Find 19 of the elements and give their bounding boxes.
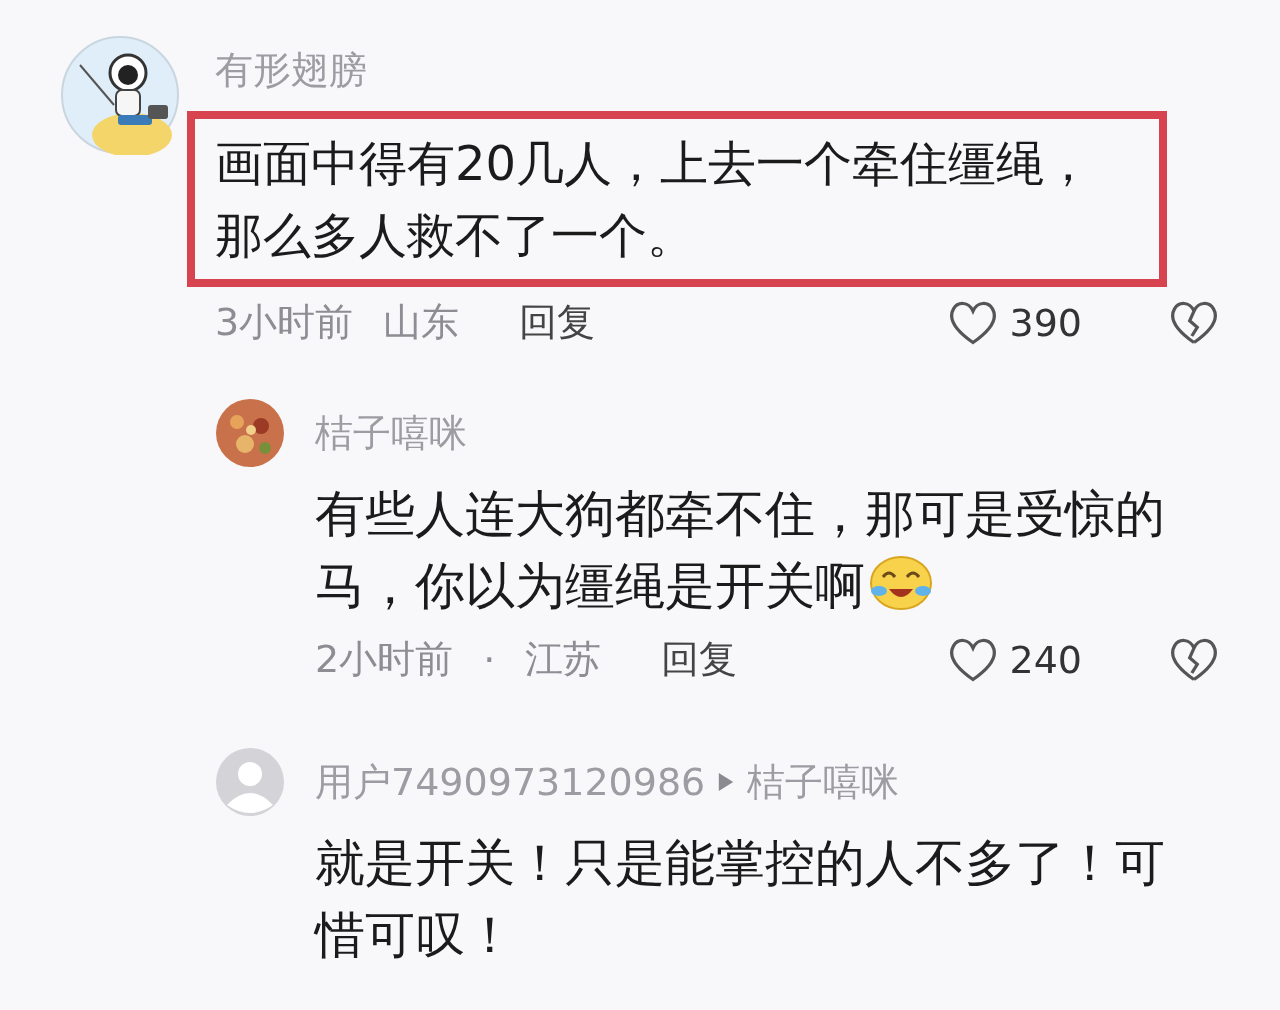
comment-location: 山东 — [383, 299, 460, 346]
reply-link[interactable]: 回复 — [519, 297, 596, 348]
comment-text: 有些人连大狗都牵不住，那可是受惊的马，你以为缰绳是开关啊 — [315, 484, 1166, 617]
comment-time: 3小时前 — [215, 299, 354, 346]
laughing-emoji-icon — [869, 555, 933, 611]
avatar-icon[interactable] — [60, 35, 180, 155]
comment-text: 就是开关！只是能掌控的人不多了！可惜可叹！ — [315, 833, 1166, 966]
like-count: 390 — [1009, 300, 1082, 345]
comment-text: 画面中得有20几人，上去一个牵住缰绳，那么多人救不了一个。 — [215, 134, 1094, 265]
avatar-icon[interactable] — [215, 398, 285, 468]
username[interactable]: 桔子嘻咪 — [747, 756, 900, 808]
like-count: 240 — [1009, 637, 1082, 682]
reply-link[interactable]: 回复 — [661, 634, 738, 685]
separator-dot: · — [483, 637, 496, 682]
username[interactable]: 桔子嘻咪 — [315, 407, 467, 459]
comment-time: 2小时前 — [315, 636, 454, 683]
comment-location: 江苏 — [525, 636, 602, 683]
username[interactable]: 有形翅膀 — [215, 44, 367, 96]
username[interactable]: 用户7490973120986 — [315, 756, 706, 808]
